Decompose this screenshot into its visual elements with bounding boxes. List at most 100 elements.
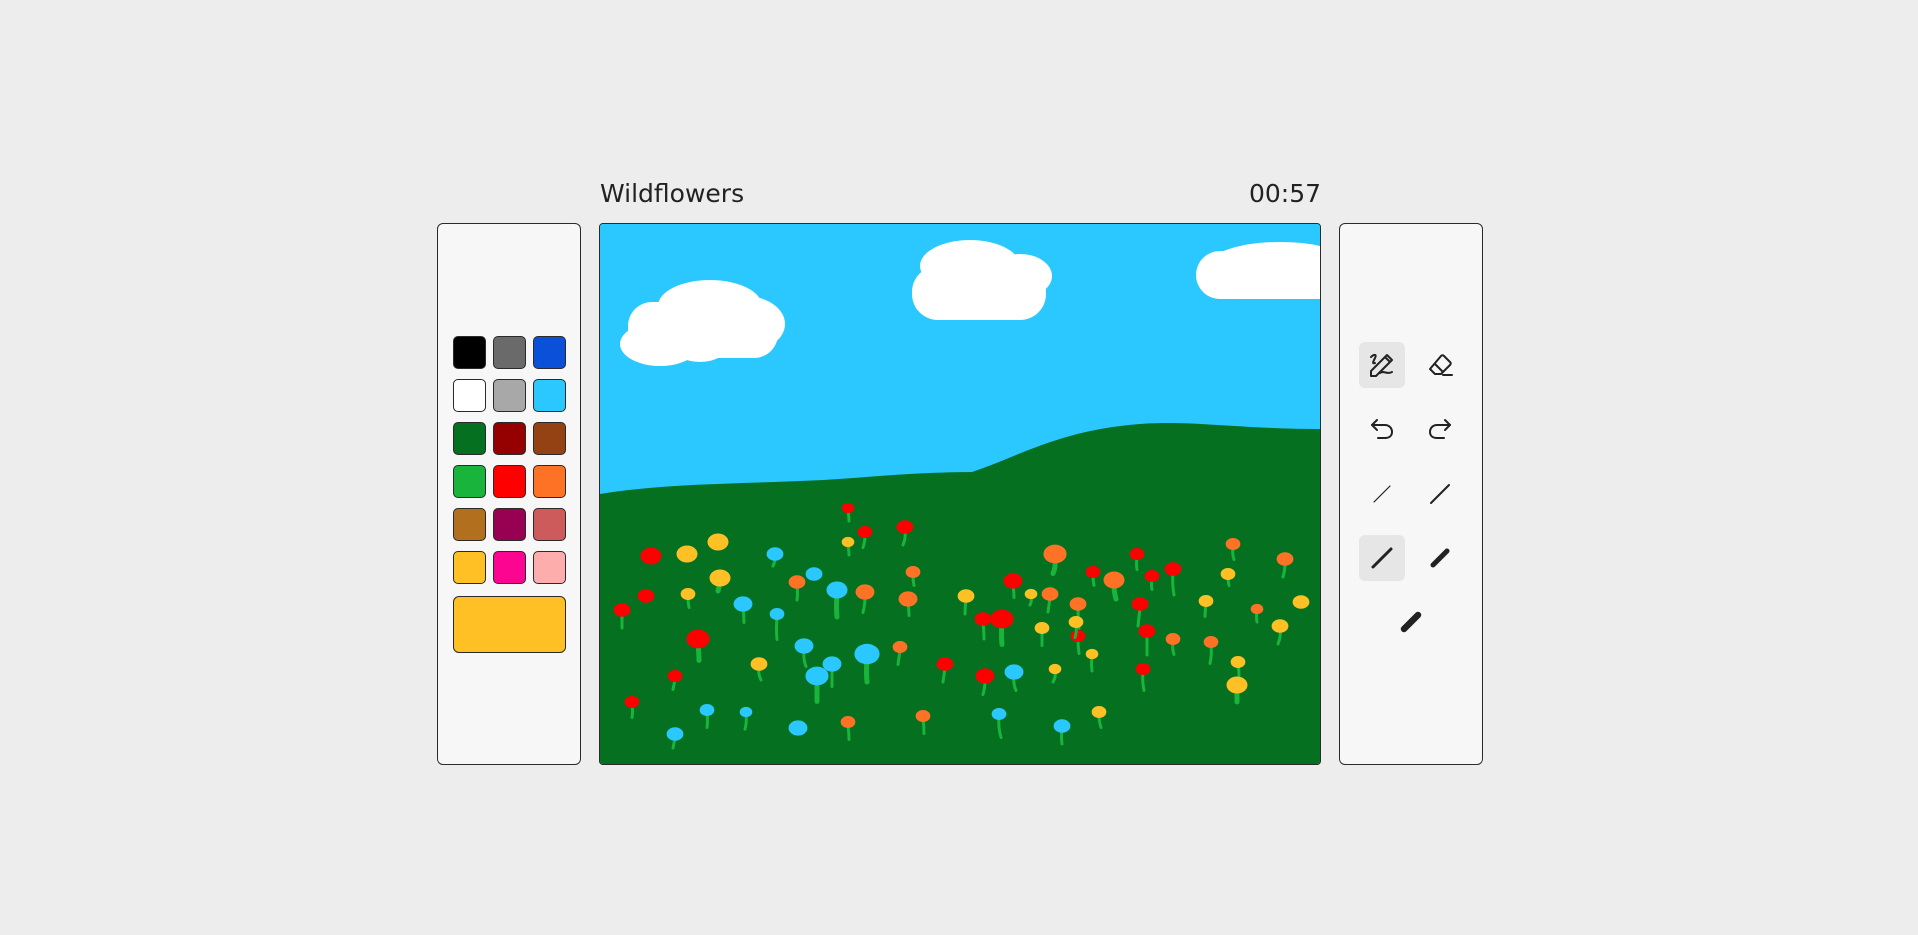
flower-head <box>991 708 1007 720</box>
flower-head <box>637 589 655 603</box>
flower-head <box>667 670 683 682</box>
color-swatch[interactable] <box>453 551 486 584</box>
current-color-preview <box>453 596 566 653</box>
flower-head <box>1131 597 1149 611</box>
brush-size-1-button[interactable] <box>1359 471 1405 517</box>
flower-head <box>1003 573 1023 589</box>
flower-head <box>1198 595 1214 607</box>
flower-head <box>892 641 908 653</box>
flower-head <box>686 629 710 649</box>
flower-head <box>975 668 995 684</box>
color-swatch[interactable] <box>533 465 566 498</box>
color-swatch[interactable] <box>533 379 566 412</box>
app-stage: Wildflowers 00:57 <box>0 0 1918 935</box>
color-swatch[interactable] <box>533 336 566 369</box>
countdown-timer: 00:57 <box>1248 179 1321 208</box>
brush-size-3-icon <box>1371 547 1393 569</box>
color-swatch[interactable] <box>493 379 526 412</box>
flower-head <box>680 588 696 600</box>
redo-button[interactable] <box>1417 406 1463 452</box>
flower-stem <box>1141 671 1146 692</box>
color-swatch[interactable] <box>533 508 566 541</box>
flower-head <box>613 603 631 617</box>
flower-head <box>898 591 918 607</box>
brush-size-5-icon <box>1400 611 1422 633</box>
flower-head <box>733 596 753 612</box>
color-swatch[interactable] <box>493 551 526 584</box>
flower-stem <box>775 616 779 641</box>
color-swatch[interactable] <box>453 465 486 498</box>
color-swatch[interactable] <box>453 422 486 455</box>
flower-head <box>640 547 662 565</box>
flower-head <box>1129 548 1145 560</box>
color-swatch[interactable] <box>493 422 526 455</box>
flower-head <box>1271 619 1289 633</box>
flower-head <box>957 589 975 603</box>
eraser-tool-button[interactable] <box>1417 342 1463 388</box>
flower-head <box>1164 562 1182 576</box>
flower-head <box>915 710 931 722</box>
tools-panel <box>1339 223 1483 765</box>
color-swatch[interactable] <box>533 551 566 584</box>
flower-head <box>676 545 698 563</box>
brush-size-5-button[interactable] <box>1388 599 1434 645</box>
flower-head <box>769 608 785 620</box>
flower-stem <box>1208 644 1213 665</box>
flower-head <box>794 638 814 654</box>
flower-head <box>1225 538 1241 550</box>
flower-head <box>699 704 715 716</box>
flower-stem <box>1171 571 1176 597</box>
color-swatch[interactable] <box>493 508 526 541</box>
undo-button[interactable] <box>1359 406 1405 452</box>
color-swatch[interactable] <box>453 336 486 369</box>
flower-head <box>855 584 875 600</box>
flower-head <box>1276 552 1294 566</box>
flower-head <box>841 536 855 548</box>
flower-head <box>1053 719 1071 733</box>
brush-size-2-icon <box>1430 484 1450 504</box>
flower-head <box>826 581 848 599</box>
flower-head <box>750 657 768 671</box>
drawing-title: Wildflowers <box>600 179 745 208</box>
flower-head <box>896 520 914 534</box>
flower-head <box>936 657 954 671</box>
flower-head <box>1069 597 1087 611</box>
flower-head <box>624 696 640 708</box>
flower-head <box>1034 622 1050 634</box>
flower-head <box>1103 571 1125 589</box>
flower-head <box>905 566 921 578</box>
flower-head <box>822 656 842 672</box>
flower-head <box>840 716 856 728</box>
brush-size-2-button[interactable] <box>1417 471 1463 517</box>
undo-icon <box>1371 419 1394 439</box>
flower-head <box>788 575 806 589</box>
flower-head <box>1292 595 1310 609</box>
color-swatch[interactable] <box>453 379 486 412</box>
flower-head <box>857 526 873 538</box>
flower-head <box>707 533 729 551</box>
flower-head <box>709 569 731 587</box>
brush-size-3-button[interactable] <box>1359 535 1405 581</box>
brush-size-4-button[interactable] <box>1417 535 1463 581</box>
color-swatch[interactable] <box>533 422 566 455</box>
brush-tool-button[interactable] <box>1359 342 1405 388</box>
flower-head <box>1085 566 1101 578</box>
color-swatch[interactable] <box>493 336 526 369</box>
flower-head <box>854 643 880 665</box>
flower-head <box>1144 570 1160 582</box>
brush-size-1-icon <box>1373 485 1391 503</box>
flower-head <box>1138 624 1156 638</box>
eraser-icon <box>1429 354 1453 376</box>
flower-head <box>1135 663 1151 675</box>
canvas-drawing[interactable] <box>600 224 1320 764</box>
flower-head <box>1048 663 1062 675</box>
flower-head <box>1091 706 1107 718</box>
flower-head <box>1004 664 1024 680</box>
drawing-canvas[interactable] <box>599 223 1321 765</box>
flower-head <box>1226 676 1248 694</box>
color-swatch[interactable] <box>453 508 486 541</box>
redo-icon <box>1428 419 1451 439</box>
flower-head <box>766 547 784 561</box>
flower-head <box>1043 544 1067 564</box>
color-swatch[interactable] <box>493 465 526 498</box>
